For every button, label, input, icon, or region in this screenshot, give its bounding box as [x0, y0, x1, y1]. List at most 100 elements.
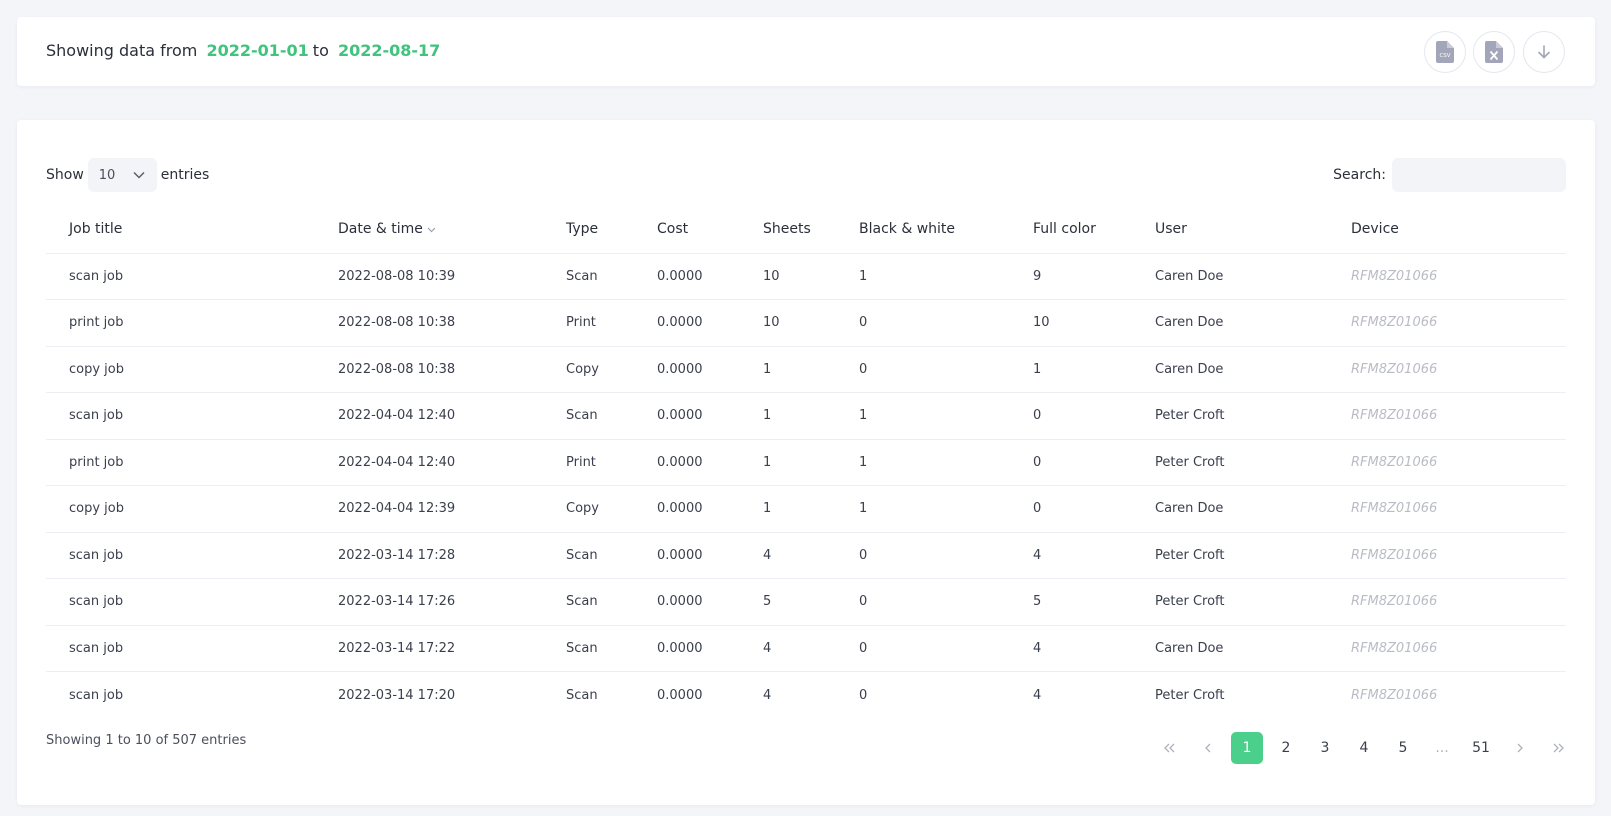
page-button-4[interactable]: 4 — [1348, 732, 1380, 764]
double-chevron-left-icon — [1164, 743, 1175, 753]
cell-type: Scan — [543, 625, 634, 672]
column-header-type[interactable]: Type — [543, 206, 634, 254]
cell-device: RFM8Z01066 — [1328, 485, 1566, 533]
cell-type: Print — [543, 299, 634, 347]
double-chevron-right-icon — [1553, 743, 1564, 753]
cell-cost: 0.0000 — [634, 578, 740, 626]
cell-device: RFM8Z01066 — [1328, 578, 1566, 626]
cell-date-time: 2022-04-04 12:40 — [315, 439, 543, 486]
table-row: scan job 2022-03-14 17:28 Scan 0.0000 4 … — [46, 532, 1566, 579]
column-header-full-color[interactable]: Full color — [1010, 206, 1132, 254]
export-excel-button[interactable] — [1473, 31, 1515, 73]
column-header-job-title[interactable]: Job title — [46, 206, 315, 254]
cell-device: RFM8Z01066 — [1328, 439, 1566, 486]
column-header-date-time[interactable]: Date & time — [315, 206, 543, 254]
cell-sheets: 10 — [740, 299, 836, 347]
table-row: scan job 2022-03-14 17:20 Scan 0.0000 4 … — [46, 672, 1566, 719]
date-range-text: Showing data from 2022-01-01 to 2022-08-1… — [46, 41, 444, 60]
cell-sheets: 4 — [763, 687, 772, 703]
cell-job-title: scan job — [46, 253, 315, 300]
cell-full-color: 4 — [1010, 625, 1132, 672]
cell-sheets: 1 — [740, 392, 836, 440]
cell-job-title: scan job — [69, 687, 124, 703]
cell-user: Peter Croft — [1132, 578, 1328, 626]
table-row: print job 2022-08-08 10:38 Print 0.0000 … — [46, 299, 1566, 347]
cell-full-color: 4 — [1033, 687, 1042, 703]
cell-date-time: 2022-08-08 10:38 — [315, 299, 543, 347]
search-input[interactable] — [1392, 158, 1566, 192]
cell-full-color: 10 — [1010, 299, 1132, 347]
cell-date-time: 2022-04-04 12:40 — [315, 392, 543, 440]
chevron-right-icon — [1517, 743, 1523, 753]
cell-job-title: copy job — [46, 485, 315, 533]
previous-page-button[interactable] — [1192, 732, 1224, 764]
column-header-black-white[interactable]: Black & white — [836, 206, 1010, 254]
cell-user: Peter Croft — [1132, 392, 1328, 440]
cell-black-white: 0 — [836, 299, 1010, 347]
cell-cost: 0.0000 — [634, 485, 740, 533]
page-size-select[interactable]: 10 — [87, 158, 157, 192]
cell-cost: 0.0000 — [657, 687, 703, 703]
cell-user: Peter Croft — [1132, 532, 1328, 579]
cell-job-title: scan job — [46, 392, 315, 440]
search-control: Search: — [1333, 158, 1566, 192]
export-csv-button[interactable]: CSV — [1424, 31, 1466, 73]
cell-job-title: scan job — [46, 578, 315, 626]
page-button-2[interactable]: 2 — [1270, 732, 1302, 764]
column-header-date-time-label: Date & time — [338, 221, 423, 238]
cell-job-title: print job — [46, 439, 315, 486]
table-header-row: Job title Date & time Type Cost Sheets B… — [46, 206, 1566, 254]
search-label: Search: — [1333, 167, 1386, 183]
next-page-button[interactable] — [1504, 732, 1536, 764]
cell-cost: 0.0000 — [634, 346, 740, 393]
jobs-table: Job title Date & time Type Cost Sheets B… — [46, 206, 1566, 718]
cell-full-color: 9 — [1010, 253, 1132, 300]
page-button-3[interactable]: 3 — [1309, 732, 1341, 764]
first-page-button[interactable] — [1153, 732, 1185, 764]
cell-full-color: 0 — [1010, 485, 1132, 533]
table-row: scan job 2022-03-14 17:26 Scan 0.0000 5 … — [46, 578, 1566, 626]
cell-device: RFM8Z01066 — [1328, 346, 1566, 393]
column-header-device[interactable]: Device — [1328, 206, 1566, 254]
sort-desc-icon — [427, 221, 436, 237]
cell-sheets: 1 — [740, 439, 836, 486]
page-button-1[interactable]: 1 — [1231, 732, 1263, 764]
cell-date-time: 2022-03-14 17:20 — [338, 687, 456, 703]
cell-date-time: 2022-03-14 17:26 — [315, 578, 543, 626]
cell-full-color: 5 — [1010, 578, 1132, 626]
cell-cost: 0.0000 — [634, 439, 740, 486]
column-header-sheets[interactable]: Sheets — [740, 206, 836, 254]
cell-device: RFM8Z01066 — [1328, 299, 1566, 347]
download-button[interactable] — [1523, 31, 1565, 73]
last-page-button[interactable] — [1543, 732, 1575, 764]
cell-user: Peter Croft — [1132, 439, 1328, 486]
chevron-down-icon — [133, 171, 145, 179]
column-header-cost[interactable]: Cost — [634, 206, 740, 254]
cell-black-white: 0 — [836, 346, 1010, 393]
cell-user: Peter Croft — [1155, 687, 1225, 703]
cell-cost: 0.0000 — [634, 532, 740, 579]
cell-full-color: 1 — [1010, 346, 1132, 393]
cell-cost: 0.0000 — [634, 392, 740, 440]
page-size-control: Show 10 entries — [46, 158, 209, 192]
cell-black-white: 0 — [859, 687, 868, 703]
cell-job-title: scan job — [46, 625, 315, 672]
column-header-user[interactable]: User — [1132, 206, 1328, 254]
date-range-connector: to — [312, 41, 329, 60]
cell-user: Caren Doe — [1132, 625, 1328, 672]
cell-job-title: print job — [46, 299, 315, 347]
cell-device: RFM8Z01066 — [1328, 392, 1566, 440]
cell-cost: 0.0000 — [634, 625, 740, 672]
cell-device: RFM8Z01066 — [1328, 253, 1566, 300]
cell-user: Caren Doe — [1132, 346, 1328, 393]
cell-sheets: 4 — [740, 532, 836, 579]
cell-user: Caren Doe — [1132, 253, 1328, 300]
page-button-5[interactable]: 5 — [1387, 732, 1419, 764]
show-label: Show — [46, 167, 84, 183]
cell-full-color: 0 — [1010, 439, 1132, 486]
table-row: copy job 2022-08-08 10:38 Copy 0.0000 1 … — [46, 346, 1566, 393]
download-icon — [1538, 45, 1550, 59]
page-button-last[interactable]: 51 — [1465, 732, 1497, 764]
cell-date-time: 2022-04-04 12:39 — [315, 485, 543, 533]
cell-device: RFM8Z01066 — [1328, 625, 1566, 672]
